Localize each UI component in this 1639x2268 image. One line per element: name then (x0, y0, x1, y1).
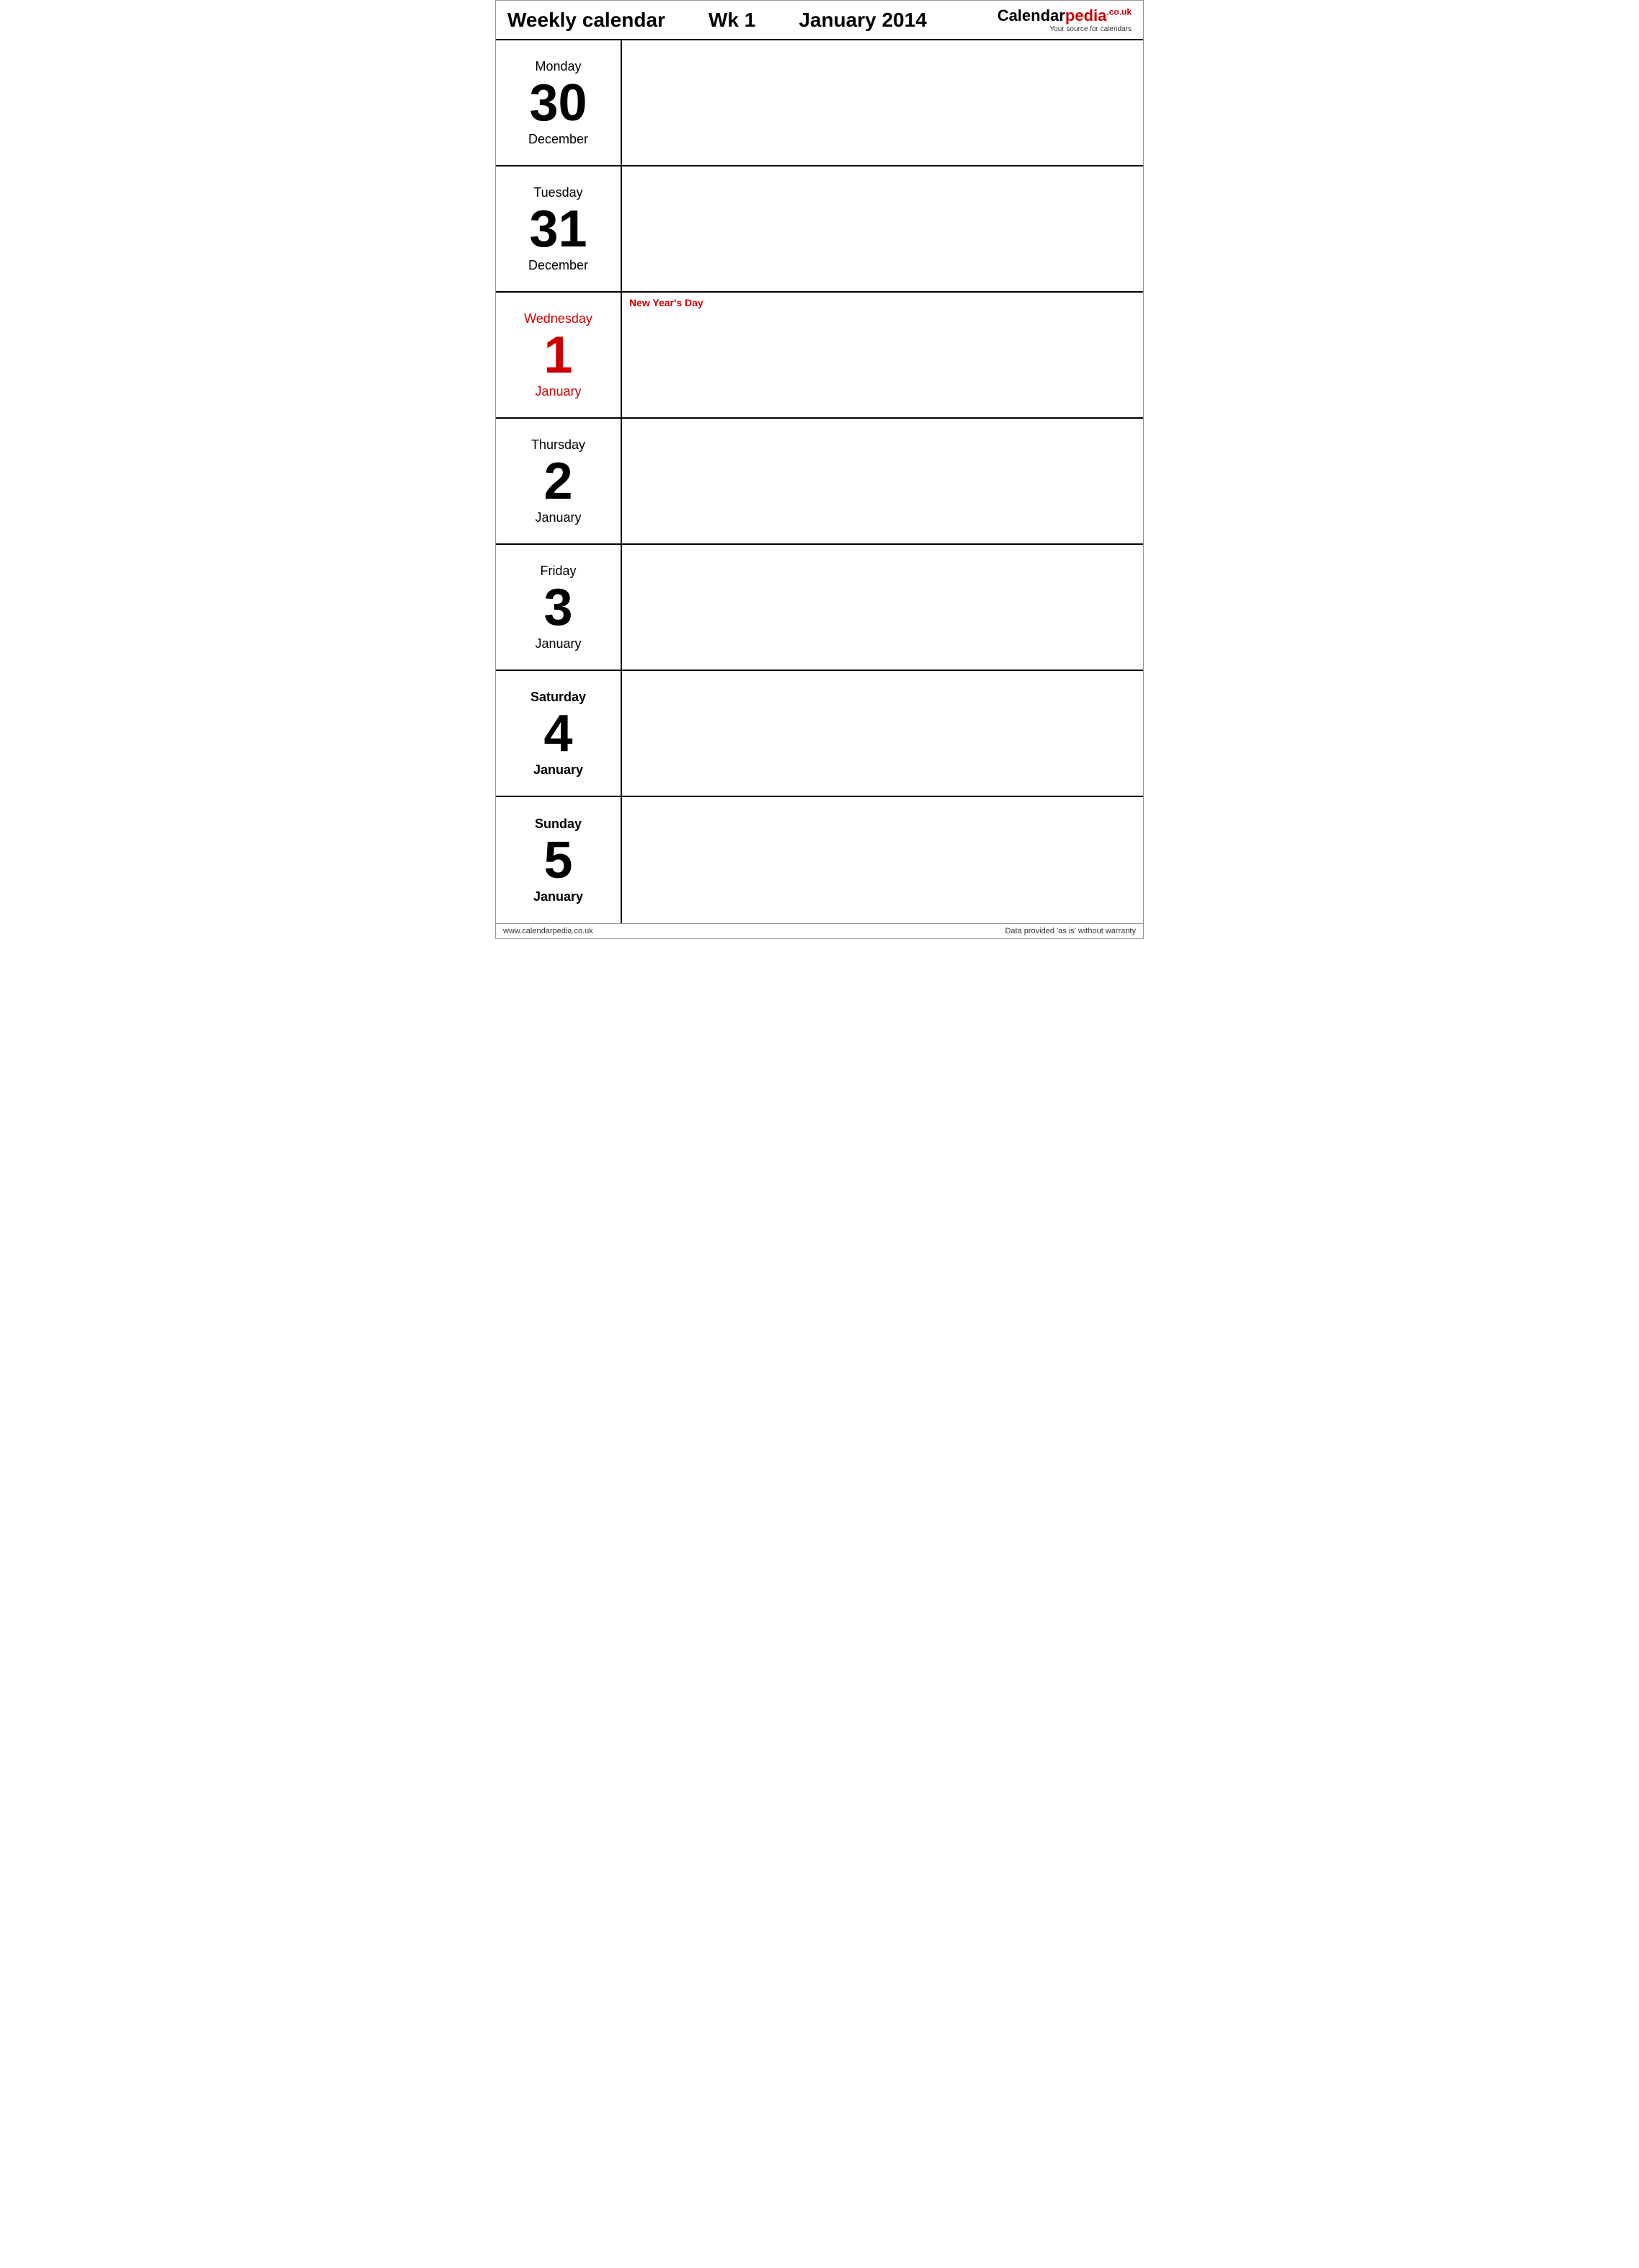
day-name-saturday: Saturday (530, 690, 586, 705)
logo-subtext: Your source for calendars (1049, 25, 1132, 33)
day-label-friday: Friday 3 January (496, 545, 622, 670)
logo-red: pedia (1065, 6, 1106, 25)
logo-text: Calendarpedia.co.uk (998, 6, 1132, 25)
day-name-tuesday: Tuesday (533, 185, 582, 200)
day-number-monday: 30 (529, 77, 587, 129)
day-label-monday: Monday 30 December (496, 40, 622, 165)
day-content-friday[interactable] (622, 545, 1143, 670)
header-wk: Wk 1 (709, 9, 755, 32)
calendar-footer: www.calendarpedia.co.uk Data provided 'a… (496, 923, 1143, 938)
day-name-sunday: Sunday (535, 817, 582, 832)
day-label-tuesday: Tuesday 31 December (496, 166, 622, 291)
day-content-sunday[interactable] (622, 797, 1143, 923)
day-number-thursday: 2 (543, 455, 572, 507)
header-left: Weekly calendar Wk 1 January 2014 (507, 9, 927, 32)
day-name-wednesday: Wednesday (524, 311, 592, 326)
day-number-saturday: 4 (543, 708, 572, 760)
day-row-tuesday: Tuesday 31 December (496, 166, 1143, 293)
calendar-body: Monday 30 December Tuesday 31 December W… (496, 40, 1143, 923)
day-month-thursday: January (535, 510, 581, 525)
day-month-friday: January (535, 636, 581, 652)
day-name-friday: Friday (540, 564, 576, 579)
logo: Calendarpedia.co.uk Your source for cale… (998, 6, 1132, 33)
header-month: January 2014 (799, 9, 926, 32)
calendar-page: Weekly calendar Wk 1 January 2014 Calend… (495, 0, 1144, 939)
logo-co: .co.uk (1106, 7, 1132, 17)
header-title: Weekly calendar (507, 9, 665, 32)
day-number-sunday: 5 (543, 835, 572, 886)
day-row-monday: Monday 30 December (496, 40, 1143, 166)
day-number-wednesday: 1 (543, 329, 572, 381)
day-row-saturday: Saturday 4 January (496, 671, 1143, 797)
calendar-header: Weekly calendar Wk 1 January 2014 Calend… (496, 1, 1143, 40)
day-month-tuesday: December (528, 258, 588, 273)
day-month-monday: December (528, 132, 588, 147)
day-month-wednesday: January (535, 384, 581, 399)
footer-left: www.calendarpedia.co.uk (503, 927, 593, 935)
day-row-friday: Friday 3 January (496, 545, 1143, 671)
day-month-saturday: January (533, 762, 583, 778)
day-content-saturday[interactable] (622, 671, 1143, 796)
day-number-tuesday: 31 (529, 203, 587, 255)
day-name-thursday: Thursday (531, 437, 585, 453)
day-row-wednesday: Wednesday 1 January New Year's Day (496, 293, 1143, 419)
holiday-label-wednesday: New Year's Day (629, 297, 703, 308)
day-label-thursday: Thursday 2 January (496, 419, 622, 543)
day-label-wednesday: Wednesday 1 January (496, 293, 622, 417)
day-content-thursday[interactable] (622, 419, 1143, 543)
logo-main: Calendar (998, 6, 1065, 25)
day-label-sunday: Sunday 5 January (496, 797, 622, 923)
day-month-sunday: January (533, 889, 583, 904)
day-name-monday: Monday (535, 59, 581, 74)
day-label-saturday: Saturday 4 January (496, 671, 622, 796)
day-content-wednesday[interactable]: New Year's Day (622, 293, 1143, 417)
day-row-sunday: Sunday 5 January (496, 797, 1143, 923)
day-content-tuesday[interactable] (622, 166, 1143, 291)
day-number-friday: 3 (543, 582, 572, 633)
footer-right: Data provided 'as is' without warranty (1005, 927, 1136, 935)
day-content-monday[interactable] (622, 40, 1143, 165)
day-row-thursday: Thursday 2 January (496, 419, 1143, 545)
